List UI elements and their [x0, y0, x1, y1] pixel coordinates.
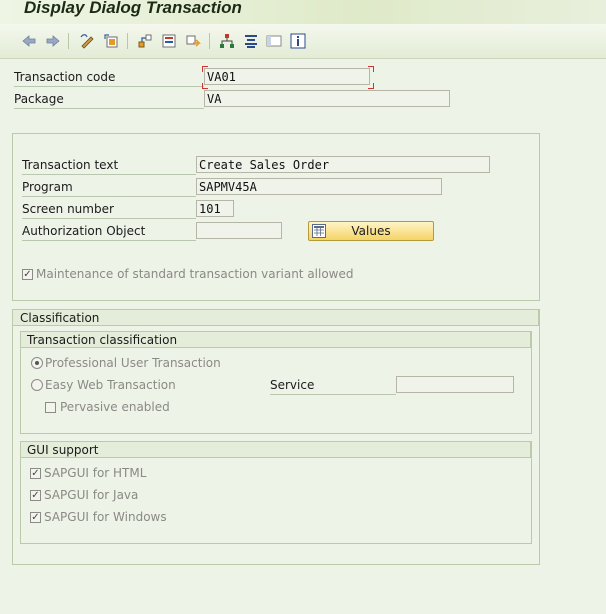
forward-arrow-icon[interactable] [44, 32, 62, 50]
program-field[interactable]: SAPMV45A [196, 178, 442, 195]
pervasive-enabled-checkbox[interactable] [45, 402, 56, 413]
professional-user-label: Professional User Transaction [45, 356, 221, 370]
pervasive-enabled-label: Pervasive enabled [60, 400, 170, 414]
hierarchy-icon[interactable] [218, 32, 236, 50]
classification-title: Classification [12, 309, 539, 326]
transaction-code-field[interactable]: VA01 [204, 68, 370, 85]
where-used-icon[interactable] [136, 32, 154, 50]
program-label: Program [22, 178, 196, 197]
documentation-icon[interactable] [242, 32, 260, 50]
sapgui-java-label: SAPGUI for Java [44, 488, 139, 502]
values-button-label: Values [351, 224, 391, 238]
service-field[interactable] [396, 376, 514, 393]
required-marker [202, 83, 208, 89]
object-list-icon[interactable] [160, 32, 178, 50]
information-icon[interactable] [289, 32, 307, 50]
layout-icon[interactable] [265, 32, 283, 50]
gui-support-title: GUI support [20, 441, 531, 458]
page-title: Display Dialog Transaction [24, 0, 242, 17]
transaction-classification-title: Transaction classification [20, 331, 531, 348]
required-marker [202, 66, 208, 72]
other-object-icon[interactable] [102, 32, 120, 50]
sapgui-html-checkbox[interactable]: ✓ [30, 468, 41, 479]
toolbar-separator [209, 33, 210, 49]
transaction-code-label: Transaction code [14, 68, 204, 87]
package-field[interactable]: VA [204, 90, 450, 107]
sapgui-windows-label: SAPGUI for Windows [44, 510, 167, 524]
display-change-icon[interactable] [78, 32, 96, 50]
application-toolbar [0, 24, 606, 59]
screen-number-label: Screen number [22, 200, 196, 219]
easy-web-label: Easy Web Transaction [45, 378, 176, 392]
required-marker [368, 83, 374, 89]
service-label: Service [270, 376, 396, 395]
authorization-object-label: Authorization Object [22, 222, 196, 241]
required-marker [368, 66, 374, 72]
toolbar-separator [68, 33, 69, 49]
sapgui-html-label: SAPGUI for HTML [44, 466, 147, 480]
transaction-text-label: Transaction text [22, 156, 196, 175]
transport-icon[interactable] [184, 32, 202, 50]
variant-maintenance-label: Maintenance of standard transaction vari… [36, 267, 354, 281]
title-bar: Display Dialog Transaction [0, 0, 606, 24]
variant-maintenance-checkbox[interactable]: ✓ [22, 269, 33, 280]
professional-user-radio[interactable] [31, 357, 43, 369]
toolbar-separator [127, 33, 128, 49]
back-arrow-icon[interactable] [20, 32, 38, 50]
sapgui-java-checkbox[interactable]: ✓ [30, 490, 41, 501]
easy-web-radio[interactable] [31, 379, 43, 391]
transaction-text-field[interactable]: Create Sales Order [196, 156, 490, 173]
authorization-object-field[interactable] [196, 222, 282, 239]
package-label: Package [14, 90, 204, 109]
sapgui-windows-checkbox[interactable]: ✓ [30, 512, 41, 523]
values-button[interactable]: Values [308, 221, 434, 241]
screen-number-field[interactable]: 101 [196, 200, 234, 217]
